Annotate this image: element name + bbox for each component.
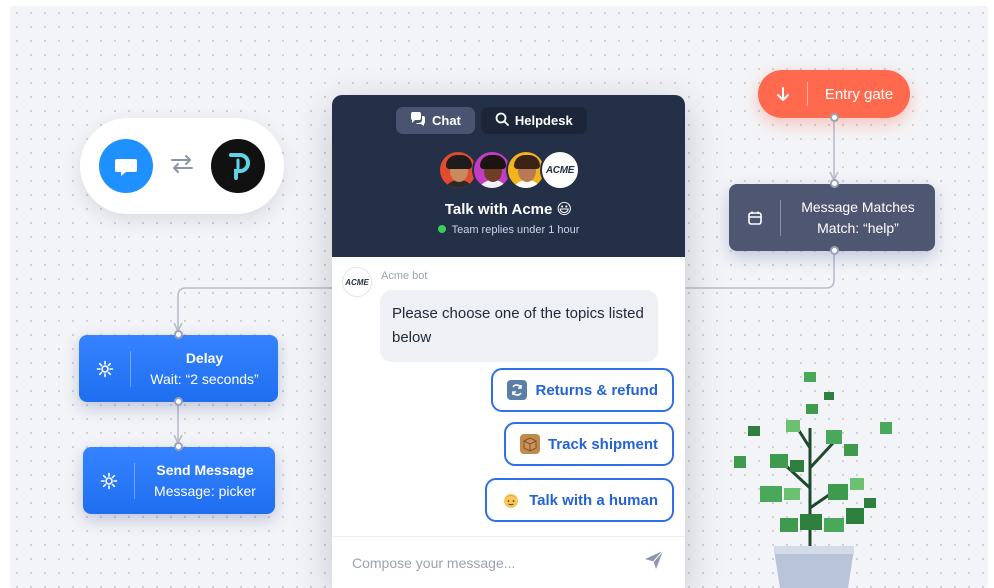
chat-widget: Chat Helpdesk ACME Talk with Acme 😃 Team… <box>332 95 685 588</box>
plant-illustration <box>730 368 900 588</box>
option-label: Track shipment <box>547 435 658 453</box>
option-talk-human[interactable]: Talk with a human <box>485 478 674 522</box>
tab-helpdesk-label: Helpdesk <box>514 113 573 128</box>
team-avatars: ACME <box>438 150 580 190</box>
connector-dot <box>174 397 183 406</box>
bot-name: Acme bot <box>381 270 428 282</box>
person-icon <box>501 490 521 510</box>
tab-chat-label: Chat <box>432 113 461 128</box>
chat-title: Talk with Acme 😃 <box>444 201 573 218</box>
bot-row: ACME <box>342 267 372 297</box>
calendar-icon <box>729 199 781 236</box>
acme-logo-avatar: ACME <box>540 150 580 190</box>
p-logo-icon <box>211 139 265 193</box>
message-matches-subtitle: Match: “help” <box>817 219 899 236</box>
send-message-subtitle: Message: picker <box>154 482 256 499</box>
bot-message-bubble: Please choose one of the topics listed b… <box>380 290 658 362</box>
delay-node[interactable]: Delay Wait: “2 seconds” <box>79 335 278 402</box>
send-message-title: Send Message <box>156 461 254 478</box>
option-label: Talk with a human <box>529 491 658 509</box>
chat-bubble-icon <box>99 139 153 193</box>
connector-dot <box>830 246 839 255</box>
chat-status-text: Team replies under 1 hour <box>451 224 580 236</box>
chat-status: Team replies under 1 hour <box>332 224 685 236</box>
gear-icon <box>79 350 131 387</box>
arrow-down-icon <box>758 82 808 106</box>
send-message-node[interactable]: Send Message Message: picker <box>83 447 275 514</box>
connector-dot <box>830 179 839 188</box>
option-label: Returns & refund <box>535 381 658 399</box>
tab-chat[interactable]: Chat <box>396 107 475 134</box>
delay-title: Delay <box>185 349 224 366</box>
chat-header: Chat Helpdesk ACME Talk with Acme 😃 Team… <box>332 95 685 257</box>
message-matches-node[interactable]: Message Matches Match: “help” <box>729 184 935 251</box>
option-returns-refund[interactable]: Returns & refund <box>491 368 674 412</box>
delay-subtitle: Wait: “2 seconds” <box>150 370 259 387</box>
connector-dot <box>174 330 183 339</box>
message-matches-title: Message Matches <box>801 198 915 215</box>
search-icon <box>495 112 509 129</box>
refresh-icon <box>507 380 528 400</box>
connector-dot <box>830 113 839 122</box>
bot-avatar: ACME <box>342 267 372 297</box>
tab-helpdesk[interactable]: Helpdesk <box>480 107 587 134</box>
compose-input[interactable]: Compose your message... <box>352 555 643 571</box>
composer: Compose your message... <box>332 536 685 588</box>
integration-card <box>80 118 284 214</box>
entry-gate-label: Entry gate <box>824 85 894 103</box>
connector-dot <box>174 442 183 451</box>
send-icon[interactable] <box>643 549 665 576</box>
swap-arrows-icon <box>169 151 195 181</box>
chat-icon <box>410 112 426 129</box>
option-track-shipment[interactable]: Track shipment <box>503 422 674 466</box>
chat-tabs: Chat Helpdesk <box>396 107 587 134</box>
online-status-icon <box>437 225 446 233</box>
package-icon <box>519 434 540 454</box>
gear-icon <box>83 462 135 499</box>
entry-gate-node[interactable]: Entry gate <box>758 70 910 118</box>
